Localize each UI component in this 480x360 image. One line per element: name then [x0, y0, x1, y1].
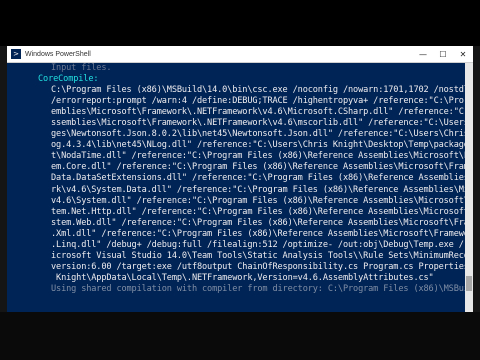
video-letterbox-bottom [0, 312, 480, 360]
console-line: version:6.00 /target:exe /utf8output Cha… [51, 261, 465, 272]
console-line: og.4.3.4\lib\net45\NLog.dll" /reference:… [51, 140, 465, 151]
console-line: .Linq.dll" /debug+ /debug:full /filealig… [51, 239, 465, 250]
console-line: t\NodaTime.dll" /reference:"C:\Program F… [51, 151, 465, 162]
video-letterbox-top [0, 0, 480, 46]
console-line: Data.DataSetExtensions.dll" /reference:"… [51, 173, 465, 184]
minimize-button[interactable]: — [413, 46, 433, 62]
powershell-icon: > [11, 49, 21, 59]
console-line: ges\Newtonsoft.Json.8.0.2\lib\net45\Newt… [51, 129, 465, 140]
console-line: Knight\AppData\Local\Temp\.NETFramework,… [51, 272, 434, 283]
console-output[interactable]: Input files. CoreCompile: C:\Program Files… [7, 63, 465, 312]
window-title: Windows PowerShell [25, 50, 91, 58]
console-line: ssemblies\Microsoft\Framework\.NETFramew… [51, 118, 465, 129]
console-line: C:\Program Files (x86)\MSBuild\14.0\bin\… [51, 85, 465, 96]
window-titlebar[interactable]: > Windows PowerShell — ☐ ✕ [7, 46, 473, 63]
console-line: tem.Net.Http.dll" /reference:"C:\Program… [51, 206, 465, 217]
vertical-scrollbar[interactable] [465, 63, 473, 312]
powershell-window: > Windows PowerShell — ☐ ✕ Input files. C… [7, 46, 473, 312]
console-line: Input files. [51, 63, 112, 73]
scrollbar-thumb[interactable] [466, 275, 472, 291]
console-line: stem.Web.dll" /reference:"C:\Program Fil… [51, 217, 465, 228]
console-line: rk\v4.6\System.Data.dll" /reference:"C:\… [51, 184, 465, 195]
console-line: em.Core.dll" /reference:"C:\Program File… [51, 162, 465, 173]
console-line: .Xml.dll" /reference:"C:\Program Files (… [51, 228, 465, 239]
console-line: /errorreport:prompt /warn:4 /define:DEBU… [51, 96, 464, 107]
window-controls: — ☐ ✕ [413, 46, 473, 62]
console-line: icrosoft Visual Studio 14.0\Team Tools\S… [51, 250, 465, 261]
console-line: emblies\Microsoft\Framework\.NETFramewor… [51, 107, 465, 118]
console-line: Using shared compilation with compiler f… [51, 283, 465, 294]
close-button[interactable]: ✕ [453, 46, 473, 62]
maximize-button[interactable]: ☐ [433, 46, 453, 62]
console-line: CoreCompile: [38, 74, 99, 85]
console-line: v4.6\System.dll" /reference:"C:\Program … [51, 195, 465, 206]
